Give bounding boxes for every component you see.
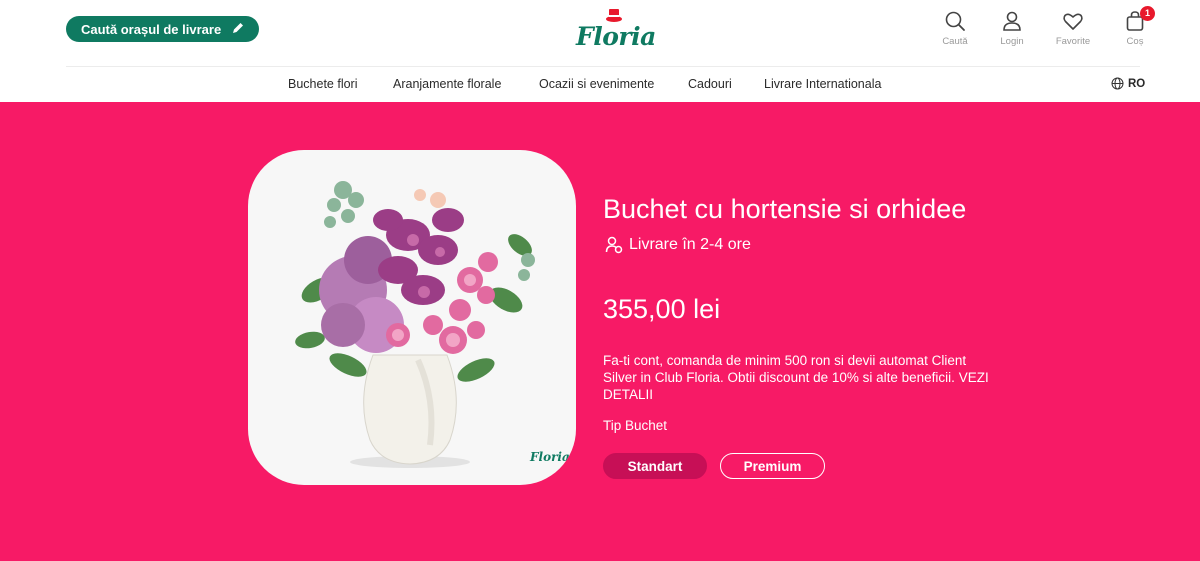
- type-standart-button[interactable]: Standart: [603, 453, 707, 479]
- club-promo-text: Fa-ti cont, comanda de minim 500 ron si …: [603, 352, 1003, 403]
- favorites-label: Favorite: [1055, 36, 1091, 47]
- city-search-label: Caută orașul de livrare: [81, 21, 222, 37]
- floria-logo[interactable]: Floria: [574, 8, 656, 52]
- nav-item-livrare-internationala[interactable]: Livrare Internationala: [764, 77, 881, 91]
- delivery-time: Livrare în 2-4 ore: [605, 236, 751, 254]
- language-selector[interactable]: RO: [1111, 77, 1145, 90]
- favorites-button[interactable]: Favorite: [1043, 10, 1103, 50]
- nav-item-aranjamente-florale[interactable]: Aranjamente florale: [393, 77, 501, 91]
- main-nav: Buchete flori Aranjamente florale Ocazii…: [0, 67, 1200, 102]
- product-image[interactable]: Floria: [248, 150, 576, 485]
- nav-item-cadouri[interactable]: Cadouri: [688, 77, 732, 91]
- globe-icon: [1111, 77, 1124, 90]
- site-header: Caută orașul de livrare Floria Caută Log…: [0, 0, 1200, 66]
- nav-item-buchete-flori[interactable]: Buchete flori: [288, 77, 357, 91]
- image-watermark-logo: Floria: [530, 450, 570, 464]
- pencil-icon: [233, 23, 243, 33]
- cart-count-badge: 1: [1140, 6, 1155, 21]
- cart-label: Coș: [1126, 36, 1144, 47]
- search-icon: [945, 11, 965, 31]
- search-label: Caută: [942, 36, 968, 47]
- courier-icon: [605, 236, 623, 254]
- login-label: Login: [1000, 36, 1024, 47]
- promo-text: Fa-ti cont, comanda de minim 500 ron si …: [603, 353, 967, 385]
- bouquet-type-label: Tip Buchet: [603, 418, 668, 433]
- city-search-button[interactable]: Caută orașul de livrare: [66, 16, 259, 42]
- logo-text: Floria: [576, 22, 656, 51]
- product-title: Buchet cu hortensie si orhidee: [603, 194, 967, 224]
- type-premium-button[interactable]: Premium: [720, 453, 825, 479]
- product-price: 355,00 lei: [603, 294, 721, 324]
- bouquet-illustration: [295, 181, 535, 468]
- delivery-text: Livrare în 2-4 ore: [629, 236, 751, 253]
- product-hero: Floria Buchet cu hortensie si orhidee Li…: [0, 102, 1200, 561]
- cart-button[interactable]: 1 Coș: [1105, 6, 1165, 50]
- login-button[interactable]: Login: [982, 10, 1042, 50]
- nav-item-ocazii-evenimente[interactable]: Ocazii si evenimente: [539, 77, 654, 91]
- user-icon: [1003, 11, 1021, 31]
- language-code: RO: [1128, 77, 1146, 90]
- search-button[interactable]: Caută: [925, 10, 985, 50]
- heart-icon: [1063, 13, 1083, 30]
